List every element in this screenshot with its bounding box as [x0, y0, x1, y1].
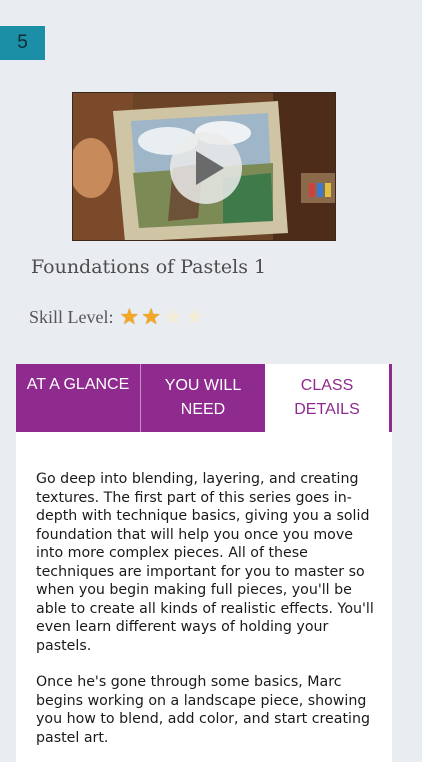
class-details-panel: Go deep into blending, layering, and cre… — [16, 432, 392, 762]
tab-you-will-need[interactable]: YOU WILL NEED — [141, 364, 265, 432]
course-title: Foundations of Pastels 1 — [31, 256, 267, 278]
course-tabs: AT A GLANCE YOU WILL NEED CLASS DETAILS — [16, 364, 392, 432]
play-button[interactable] — [170, 132, 242, 204]
tab-class-details[interactable]: CLASS DETAILS — [265, 364, 392, 432]
star-empty-icon: ★ — [184, 304, 205, 329]
skill-level: Skill Level: ★ ★ ★ ★ — [29, 306, 206, 328]
star-filled-icon: ★ — [119, 304, 140, 329]
details-paragraph: Once he's gone through some basics, Marc… — [36, 674, 370, 746]
video-player[interactable] — [72, 92, 336, 241]
play-icon — [195, 151, 224, 185]
tab-at-a-glance[interactable]: AT A GLANCE — [16, 364, 141, 432]
skill-rating: ★ ★ ★ ★ — [120, 306, 207, 328]
star-empty-icon: ★ — [162, 304, 183, 329]
star-filled-icon: ★ — [141, 304, 161, 329]
page-number-badge: 5 — [0, 26, 45, 60]
skill-level-label: Skill Level: — [29, 306, 114, 327]
details-paragraph: Go deep into blending, layering, and cre… — [36, 471, 374, 654]
